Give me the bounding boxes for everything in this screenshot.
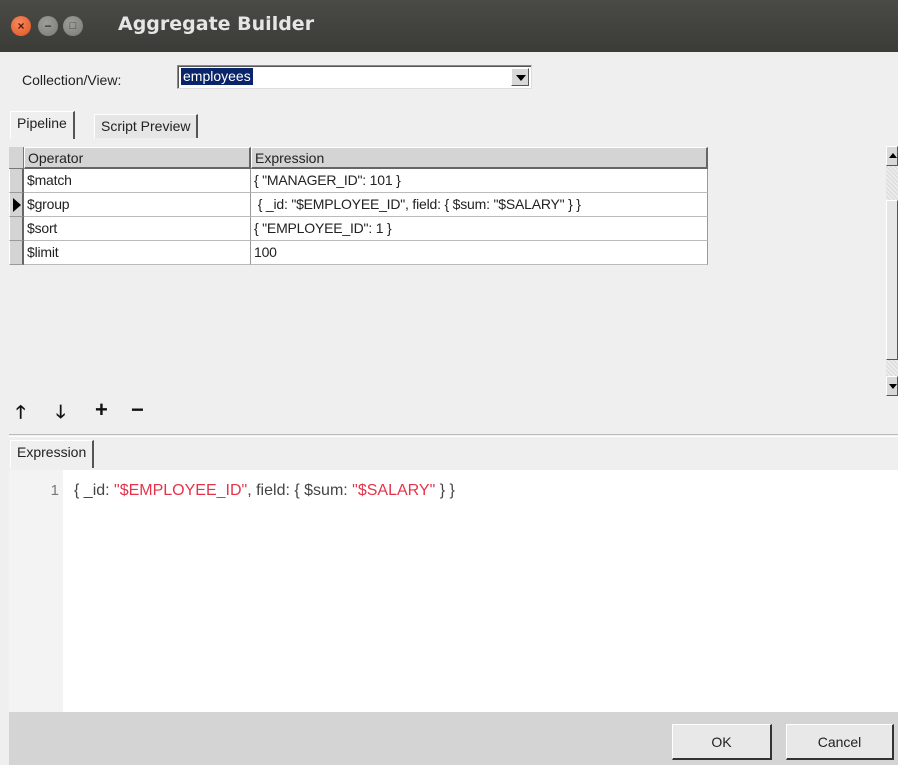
window-title: Aggregate Builder <box>118 13 315 35</box>
maximize-window-button[interactable]: □ <box>63 16 83 36</box>
operator-cell[interactable]: $sort <box>24 217 251 241</box>
collection-value: employees <box>181 68 253 85</box>
plus-icon[interactable]: + <box>95 399 108 421</box>
close-window-button[interactable]: × <box>11 16 31 36</box>
expression-cell[interactable]: { _id: "$EMPLOYEE_ID", field: { $sum: "$… <box>251 193 708 217</box>
table-row[interactable]: $group { _id: "$EMPLOYEE_ID", field: { $… <box>9 193 708 217</box>
tab-script-preview[interactable]: Script Preview <box>94 114 199 138</box>
collection-select[interactable]: employees <box>177 65 532 89</box>
vertical-scrollbar[interactable] <box>886 146 898 396</box>
code-string: "$EMPLOYEE_ID" <box>114 482 248 499</box>
close-icon: × <box>17 19 25 33</box>
minimize-window-button[interactable]: − <box>38 16 58 36</box>
tab-pipeline[interactable]: Pipeline <box>10 111 75 139</box>
operator-cell[interactable]: $match <box>24 169 251 193</box>
table-row[interactable]: $match { "MANAGER_ID": 101 } <box>9 169 708 193</box>
code-string: "$SALARY" <box>352 482 436 499</box>
grid-header: Operator Expression <box>9 147 708 169</box>
chevron-down-icon[interactable] <box>511 68 529 86</box>
column-header-expression[interactable]: Expression <box>251 147 708 169</box>
scroll-up-button[interactable] <box>886 146 898 166</box>
operator-cell[interactable]: $limit <box>24 241 251 265</box>
scroll-down-button[interactable] <box>886 376 898 396</box>
minus-icon[interactable]: − <box>131 399 144 421</box>
row-indicator[interactable] <box>9 217 24 241</box>
code-text: , field: { $sum: <box>247 482 353 499</box>
code-line[interactable]: { _id: "$EMPLOYEE_ID", field: { $sum: "$… <box>74 482 455 500</box>
cancel-button[interactable]: Cancel <box>786 724 894 760</box>
expression-cell[interactable]: 100 <box>251 241 708 265</box>
expression-cell[interactable]: { "MANAGER_ID": 101 } <box>251 169 708 193</box>
arrow-up-icon[interactable]: 🡑 <box>16 402 25 422</box>
operator-cell[interactable]: $group <box>24 193 251 217</box>
table-row[interactable]: $limit 100 <box>9 241 708 265</box>
tab-expression[interactable]: Expression <box>10 440 95 468</box>
pipeline-grid: Operator Expression $match { "MANAGER_ID… <box>9 147 708 265</box>
code-text: } } <box>435 482 455 499</box>
row-indicator[interactable] <box>9 169 24 193</box>
column-header-operator[interactable]: Operator <box>24 147 251 169</box>
table-row[interactable]: $sort { "EMPLOYEE_ID": 1 } <box>9 217 708 241</box>
row-indicator[interactable] <box>9 241 24 265</box>
grid-corner <box>9 147 24 169</box>
ok-button[interactable]: OK <box>672 724 772 760</box>
arrow-down-icon[interactable]: 🡓 <box>56 402 65 422</box>
code-text: { _id: <box>74 482 115 499</box>
expression-editor[interactable]: 1 { _id: "$EMPLOYEE_ID", field: { $sum: … <box>9 470 898 712</box>
title-bar: × − □ Aggregate Builder <box>0 0 898 52</box>
splitter[interactable] <box>9 434 898 437</box>
scroll-thumb[interactable] <box>886 200 898 360</box>
line-gutter: 1 <box>9 470 63 712</box>
expression-cell[interactable]: { "EMPLOYEE_ID": 1 } <box>251 217 708 241</box>
line-number: 1 <box>50 482 59 499</box>
minimize-icon: − <box>44 19 52 33</box>
maximize-icon: □ <box>69 19 77 32</box>
collection-label: Collection/View: <box>22 72 122 88</box>
current-row-indicator[interactable] <box>9 193 24 217</box>
